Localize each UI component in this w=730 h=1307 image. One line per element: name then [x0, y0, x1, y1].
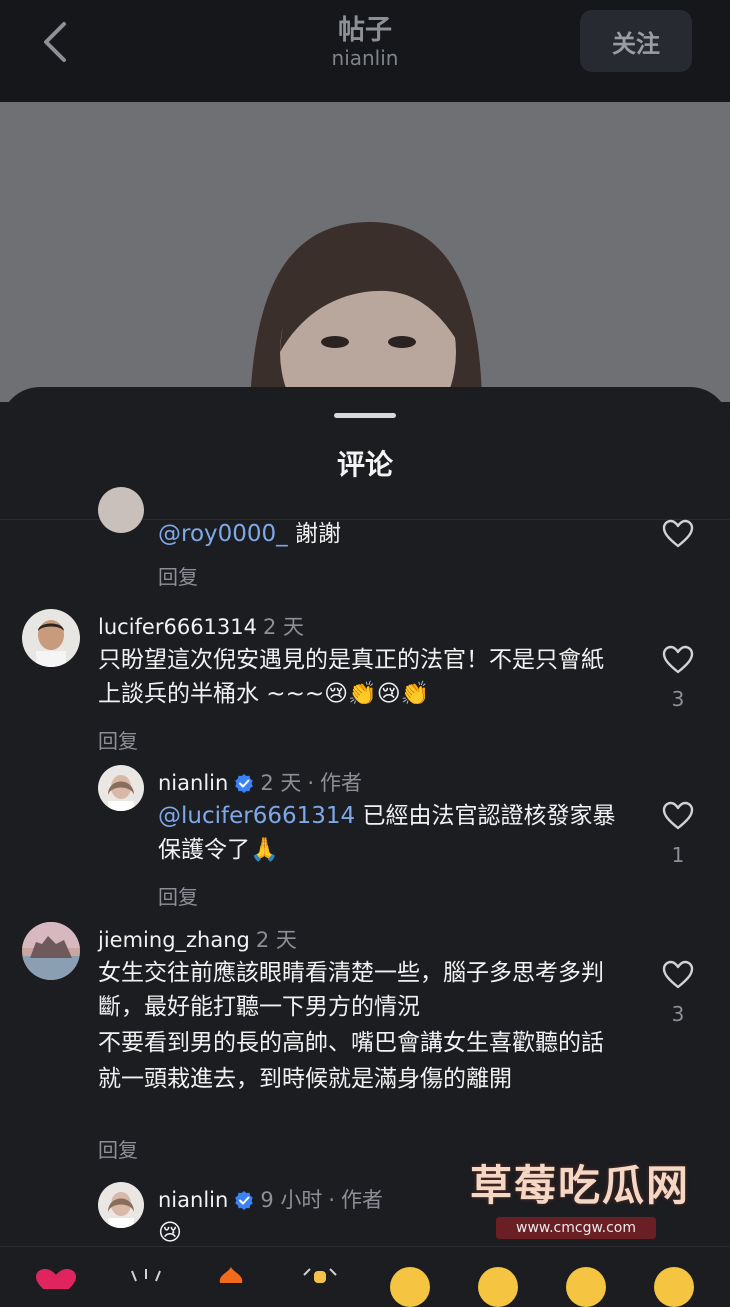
drag-handle[interactable]	[334, 413, 396, 418]
like-count: 3	[671, 687, 685, 711]
comment-username[interactable]: nianlin 9 小时 · 作者	[158, 1184, 383, 1214]
reply-button[interactable]: 回复	[158, 881, 198, 910]
comment-line: 女生交往前應該眼睛看清楚一些，腦子多思考多判斷，最好能打聽一下男方的情況	[98, 960, 604, 1020]
comment-time: 2 天	[263, 615, 305, 639]
hands-emoji-icon[interactable]	[300, 1267, 340, 1283]
heart-icon[interactable]	[662, 960, 694, 990]
author-tag: 作者	[341, 1188, 384, 1212]
comment-text: @lucifer6661314 已經由法官認證核發家暴保護令了🙏	[158, 803, 616, 863]
comment-text: 女生交往前應該眼睛看清楚一些，腦子多思考多判斷，最好能打聽一下男方的情況 不要看…	[98, 956, 618, 1096]
emoji-quick-bar	[0, 1246, 730, 1307]
reply-button[interactable]: 回复	[98, 1134, 138, 1163]
smile-emoji-icon[interactable]	[390, 1267, 430, 1307]
comment-time: 9 小时	[260, 1188, 323, 1212]
avatar[interactable]	[22, 922, 80, 980]
comments-sheet: 评论 @roy0000_ 謝謝 回复 lucifer6661314 2 天 只盼望…	[0, 387, 730, 1280]
watermark-title: 草莓吃瓜网	[470, 1161, 691, 1210]
watermark-url: www.cmcgw.com	[496, 1217, 656, 1239]
mention-link[interactable]: @roy0000_	[158, 521, 288, 547]
heart-icon[interactable]	[662, 801, 694, 831]
heart-emoji-icon[interactable]	[36, 1269, 76, 1289]
comment-time: 2 天	[260, 771, 302, 795]
follow-button[interactable]: 关注	[580, 10, 692, 72]
comment-username[interactable]: jieming_zhang 2 天	[98, 924, 297, 954]
avatar[interactable]	[98, 487, 144, 533]
like-count: 3	[671, 1002, 685, 1026]
verified-badge-icon	[235, 1191, 254, 1210]
mention-link[interactable]: @lucifer6661314	[158, 803, 355, 829]
comment-text: @roy0000_ 謝謝	[158, 521, 341, 547]
post-photo	[0, 102, 730, 402]
wow-emoji-icon[interactable]	[566, 1267, 606, 1307]
author-tag: 作者	[320, 771, 363, 795]
comment-username[interactable]: nianlin 2 天 · 作者	[158, 767, 362, 797]
comment-line: 就一頭栽進去，到時候就是滿身傷的離開	[98, 1066, 512, 1092]
heart-icon[interactable]	[662, 645, 694, 675]
heart-icon[interactable]	[662, 519, 694, 549]
laugh-emoji-icon[interactable]	[478, 1267, 518, 1307]
comment-username[interactable]: lucifer6661314 2 天	[98, 611, 304, 641]
sad-emoji-icon[interactable]	[654, 1267, 694, 1307]
fire-emoji-icon[interactable]	[216, 1267, 246, 1283]
avatar[interactable]	[98, 765, 144, 811]
verified-badge-icon	[235, 774, 254, 793]
reply-button[interactable]: 回复	[98, 725, 138, 754]
clap-emoji-icon[interactable]	[128, 1267, 164, 1283]
like-count: 1	[671, 843, 685, 867]
comment-text: 只盼望這次倪安遇見的是真正的法官！不是只會紙上談兵的半桶水 ~~~😢👏😢👏	[98, 647, 604, 707]
top-nav-bar: 帖子 nianlin 关注	[0, 0, 730, 102]
comment-line: 不要看到男的長的高帥、嘴巴會講女生喜歡聽的話	[98, 1030, 604, 1056]
comment-time: 2 天	[255, 928, 297, 952]
avatar[interactable]	[98, 1182, 144, 1228]
reply-button[interactable]: 回复	[158, 561, 198, 590]
avatar[interactable]	[22, 609, 80, 667]
comments-title: 评论	[336, 448, 393, 481]
watermark: 草莓吃瓜网 www.cmcgw.com	[470, 1152, 700, 1239]
